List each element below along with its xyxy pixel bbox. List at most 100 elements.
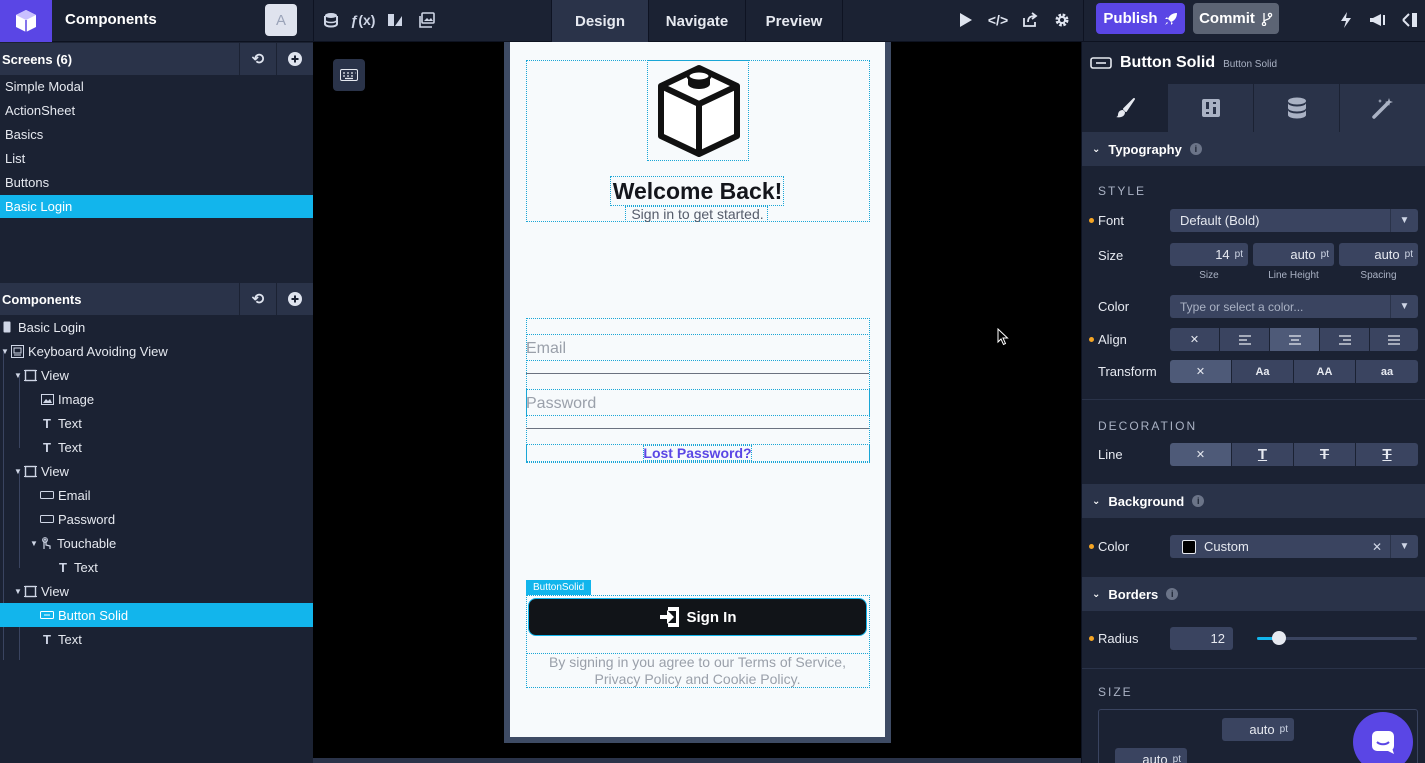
database-icon[interactable] xyxy=(320,9,342,31)
publish-button[interactable]: Publish xyxy=(1096,3,1185,34)
chevron-down-icon[interactable]: ▼ xyxy=(1390,535,1418,558)
bg-color-select[interactable]: Custom ✕ ▼ xyxy=(1170,535,1418,558)
height-input[interactable]: auto pt xyxy=(1222,718,1294,741)
transform-capitalize-option[interactable]: Aa xyxy=(1232,360,1294,383)
info-icon[interactable]: i xyxy=(1189,143,1202,155)
font-size-input[interactable]: 14 pt xyxy=(1170,243,1248,266)
min-width-input[interactable]: auto pt xyxy=(1115,748,1187,763)
expand-panel-icon[interactable] xyxy=(1399,9,1421,31)
design-canvas[interactable]: Welcome Back! Sign in to get started. Em… xyxy=(313,42,1081,763)
screen-item-actionsheet[interactable]: ActionSheet xyxy=(0,99,313,122)
canvas-scrollbar[interactable] xyxy=(313,758,1081,763)
tab-data[interactable] xyxy=(1254,84,1340,132)
decoration-none-icon[interactable]: ✕ xyxy=(1170,443,1232,466)
tree-item-text[interactable]: T Text xyxy=(0,555,313,579)
caret-down-icon[interactable]: ▼ xyxy=(29,539,39,548)
screen-item-basics[interactable]: Basics xyxy=(0,123,313,146)
align-justify-icon[interactable] xyxy=(1370,328,1418,351)
screen-item-simple-modal[interactable]: Simple Modal xyxy=(0,75,313,98)
radius-slider[interactable] xyxy=(1257,631,1417,645)
tree-item-basic-login[interactable]: Basic Login xyxy=(0,315,313,339)
caret-down-icon[interactable]: ▼ xyxy=(13,587,23,596)
tree-item-password[interactable]: Password xyxy=(0,507,313,531)
function-icon[interactable]: ƒ(x) xyxy=(351,9,376,31)
tab-design[interactable]: Design xyxy=(552,0,649,42)
user-avatar[interactable]: A xyxy=(265,4,297,36)
caret-down-icon[interactable]: ▼ xyxy=(13,371,23,380)
tree-item-email[interactable]: Email xyxy=(0,483,313,507)
tree-item-label: Touchable xyxy=(57,535,117,551)
tree-item-keyboard-avoiding-view[interactable]: ▼ Keyboard Avoiding View xyxy=(0,339,313,363)
history-icon[interactable]: ⟲ xyxy=(239,43,276,75)
tree-item-text[interactable]: T Text xyxy=(0,411,313,435)
transform-uppercase-option[interactable]: AA xyxy=(1294,360,1356,383)
borders-section-header[interactable]: ⌄ Borders i xyxy=(1082,577,1425,611)
password-input[interactable]: Password xyxy=(526,395,596,413)
underline-strikethrough-icon[interactable]: T xyxy=(1356,443,1418,466)
align-left-icon[interactable] xyxy=(1220,328,1270,351)
welcome-subtitle[interactable]: Sign in to get started. xyxy=(510,206,885,222)
email-input-outline[interactable] xyxy=(526,334,870,361)
tab-actions[interactable] xyxy=(1340,84,1425,132)
add-screen-icon[interactable] xyxy=(276,43,313,75)
share-icon[interactable] xyxy=(1019,9,1041,31)
play-icon[interactable] xyxy=(955,9,977,31)
align-right-icon[interactable] xyxy=(1320,328,1370,351)
screen-item-list[interactable]: List xyxy=(0,147,313,170)
tree-item-text[interactable]: T Text xyxy=(0,627,313,651)
terms-text[interactable]: By signing in you agree to our Terms of … xyxy=(526,654,869,688)
caret-down-icon[interactable]: ▼ xyxy=(13,467,23,476)
letter-spacing-input[interactable]: auto pt xyxy=(1339,243,1418,266)
tree-item-text[interactable]: T Text xyxy=(0,435,313,459)
transform-none-icon[interactable]: ✕ xyxy=(1170,360,1232,383)
tree-item-view[interactable]: ▼ View xyxy=(0,459,313,483)
email-input[interactable]: Email xyxy=(526,340,566,358)
inspector-panel: Button Solid Button Solid ⌄ Typography i… xyxy=(1081,42,1425,763)
tree-item-view[interactable]: ▼ View xyxy=(0,579,313,603)
database-icon xyxy=(1287,97,1306,119)
tab-preview[interactable]: Preview xyxy=(746,0,843,42)
announcement-icon[interactable] xyxy=(1367,9,1389,31)
tree-item-touchable[interactable]: ▼ Touchable xyxy=(0,531,313,555)
tab-style[interactable] xyxy=(1082,84,1168,132)
history-icon[interactable]: ⟲ xyxy=(239,283,276,315)
font-select[interactable]: Default (Bold) ▼ xyxy=(1170,209,1418,232)
tab-layout[interactable] xyxy=(1168,84,1254,132)
radius-input[interactable]: 12 xyxy=(1170,627,1233,650)
background-section-header[interactable]: ⌄ Background i xyxy=(1082,484,1425,518)
align-none-icon[interactable]: ✕ xyxy=(1170,328,1220,351)
add-component-icon[interactable] xyxy=(276,283,313,315)
tab-navigate[interactable]: Navigate xyxy=(649,0,746,42)
align-center-icon[interactable] xyxy=(1270,328,1320,351)
clear-icon[interactable]: ✕ xyxy=(1372,540,1382,554)
transform-lowercase-option[interactable]: aa xyxy=(1356,360,1418,383)
line-height-input[interactable]: auto pt xyxy=(1253,243,1334,266)
commit-button[interactable]: Commit xyxy=(1193,3,1279,34)
assets-icon[interactable] xyxy=(384,9,406,31)
chevron-down-icon[interactable]: ▼ xyxy=(1390,295,1418,318)
screen-item-basic-login[interactable]: Basic Login xyxy=(0,195,313,218)
lost-password-link[interactable]: Lost Password? xyxy=(510,445,885,461)
underline-icon[interactable]: T xyxy=(1232,443,1294,466)
chevron-down-icon[interactable]: ▼ xyxy=(1390,209,1418,232)
chat-support-icon[interactable] xyxy=(1353,712,1413,763)
media-icon[interactable] xyxy=(416,9,438,31)
sign-in-button[interactable]: Sign In xyxy=(528,598,867,636)
app-logo-icon[interactable] xyxy=(0,0,52,42)
typography-section-header[interactable]: ⌄ Typography i xyxy=(1082,132,1425,166)
welcome-heading[interactable]: Welcome Back! xyxy=(510,178,885,205)
tree-item-image[interactable]: Image xyxy=(0,387,313,411)
screen-item-buttons[interactable]: Buttons xyxy=(0,171,313,194)
tree-item-view[interactable]: ▼ View xyxy=(0,363,313,387)
lightning-icon[interactable] xyxy=(1335,9,1357,31)
text-color-select[interactable]: Type or select a color... ▼ xyxy=(1170,295,1418,318)
tree-item-button-solid[interactable]: Button Solid xyxy=(0,603,313,627)
info-icon[interactable]: i xyxy=(1166,588,1179,600)
strikethrough-icon[interactable]: T xyxy=(1294,443,1356,466)
caret-down-icon[interactable]: ▼ xyxy=(0,347,10,356)
keyboard-toggle-icon[interactable] xyxy=(333,59,365,91)
settings-gear-icon[interactable] xyxy=(1051,9,1073,31)
info-icon[interactable]: i xyxy=(1192,495,1205,507)
code-icon[interactable]: </> xyxy=(987,9,1009,31)
text-icon: T xyxy=(43,439,51,455)
